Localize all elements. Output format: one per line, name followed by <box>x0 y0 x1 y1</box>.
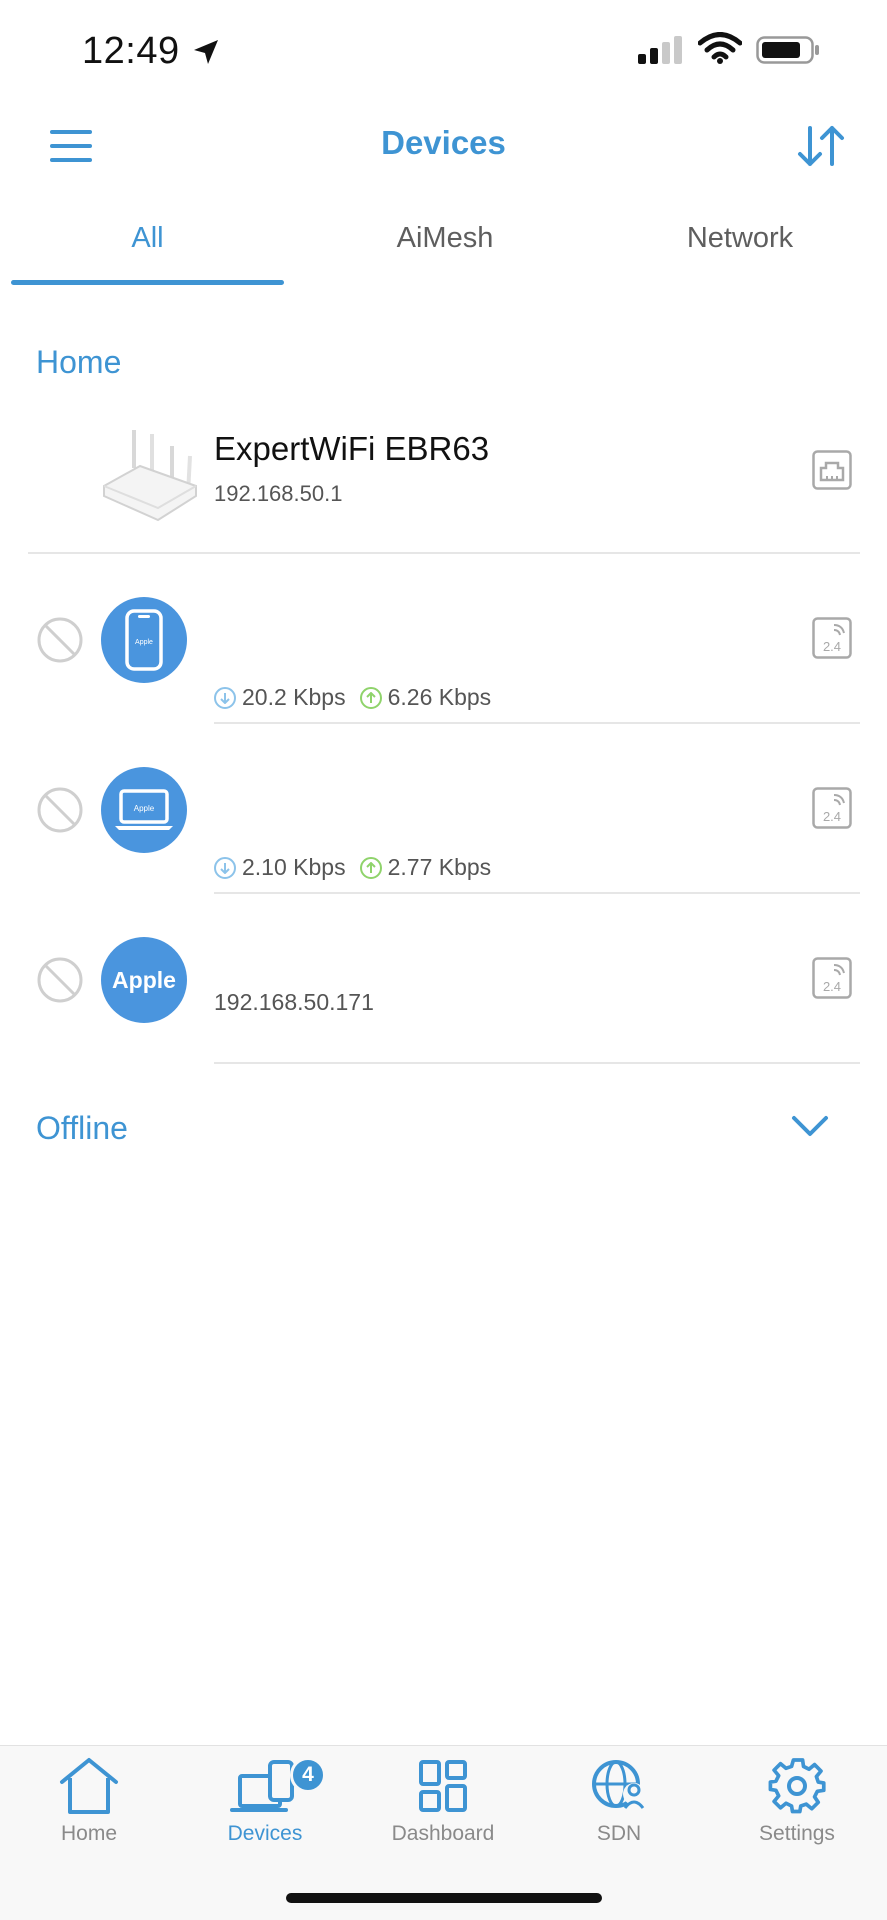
band-label: 2.4 <box>823 639 841 654</box>
active-tab-indicator <box>11 280 284 285</box>
laptop-icon: Apple <box>115 789 173 830</box>
row-divider <box>214 722 860 724</box>
row-divider <box>214 1062 860 1064</box>
wifi-2-4ghz-icon: 2.4 <box>812 957 852 999</box>
gear-icon <box>768 1758 826 1814</box>
avatar-text: Apple <box>135 639 153 646</box>
tab-network[interactable]: Network <box>600 222 880 255</box>
download-speed: 20.2 Kbps <box>242 684 346 710</box>
sort-icon[interactable] <box>796 124 846 168</box>
cellular-signal-icon <box>638 36 682 64</box>
client-avatar: Apple <box>101 767 187 853</box>
ethernet-icon <box>812 450 852 490</box>
router-ip: 192.168.50.1 <box>214 481 343 506</box>
page-title: Devices <box>381 124 506 161</box>
home-icon <box>60 1758 118 1814</box>
devices-badge: 4 <box>290 1757 326 1793</box>
section-offline-label: Offline <box>36 1110 128 1146</box>
client-ip: 192.168.50.171 <box>214 989 374 1015</box>
nav-label-sdn: SDN <box>596 1822 642 1845</box>
band-label: 2.4 <box>823 809 841 824</box>
location-arrow-icon <box>194 40 218 64</box>
sdn-icon <box>592 1760 645 1809</box>
battery-icon <box>756 36 819 64</box>
router-image <box>103 430 197 522</box>
block-icon[interactable] <box>36 956 84 1004</box>
client-avatar: Apple <box>101 597 187 683</box>
row-divider <box>214 892 860 894</box>
tab-all[interactable]: All <box>11 222 284 255</box>
upload-speed: 2.77 Kbps <box>387 854 492 880</box>
wifi-2-4ghz-icon: 2.4 <box>812 787 852 829</box>
dashboard-icon <box>419 1760 467 1812</box>
download-icon <box>214 856 236 879</box>
section-home-label: Home <box>36 344 122 380</box>
devices-screen: 12:49 Devices All AiMesh Network Home Ex… <box>0 0 887 1920</box>
nav-label-settings: Settings <box>759 1822 835 1845</box>
upload-icon <box>359 686 382 709</box>
status-time: 12:49 <box>82 30 180 72</box>
avatar-text: Apple <box>134 804 155 813</box>
wifi-2-4ghz-icon: 2.4 <box>812 617 852 659</box>
chevron-down-icon[interactable] <box>790 1110 830 1140</box>
download-icon <box>214 686 236 709</box>
band-label: 2.4 <box>823 979 841 994</box>
iphone-icon: Apple <box>125 609 163 671</box>
download-speed: 2.10 Kbps <box>242 854 346 880</box>
nav-label-devices: Devices <box>227 1822 303 1845</box>
row-divider <box>28 552 860 554</box>
upload-speed: 6.26 Kbps <box>387 684 492 710</box>
avatar-text: Apple <box>112 966 176 993</box>
nav-label-dashboard: Dashboard <box>391 1822 495 1845</box>
client-avatar: Apple <box>101 937 187 1023</box>
home-indicator <box>286 1893 602 1903</box>
block-icon[interactable] <box>36 786 84 834</box>
block-icon[interactable] <box>36 616 84 664</box>
tab-aimesh[interactable]: AiMesh <box>310 222 580 255</box>
upload-icon <box>359 856 382 879</box>
client-traffic: 20.2 Kbps 6.26 Kbps <box>214 684 505 711</box>
client-traffic: 2.10 Kbps 2.77 Kbps <box>214 854 505 881</box>
router-name: ExpertWiFi EBR63 <box>214 430 490 467</box>
wifi-icon <box>698 32 742 64</box>
nav-label-home: Home <box>60 1822 118 1845</box>
